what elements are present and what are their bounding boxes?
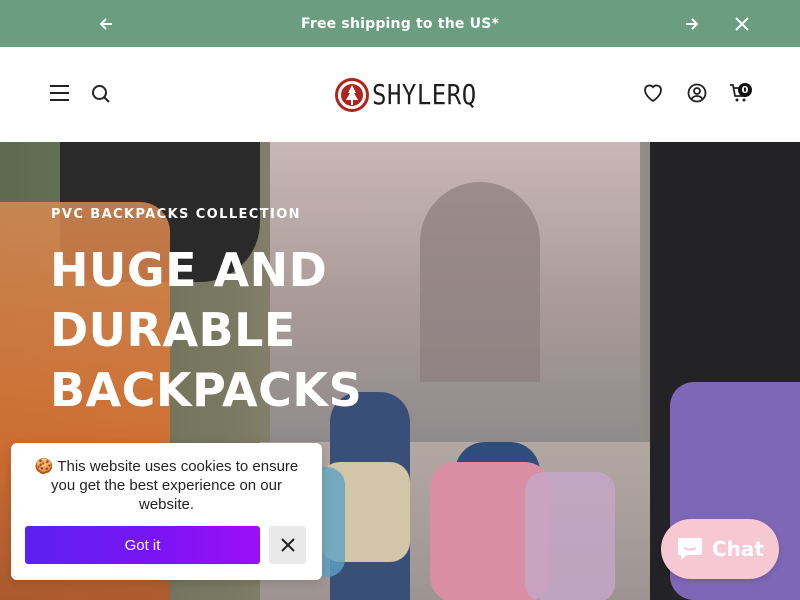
menu-icon[interactable]: [50, 85, 69, 101]
cookie-banner: 🍪 This website uses cookies to ensure yo…: [11, 443, 322, 580]
announcement-bar: Free shipping to the US*: [0, 0, 800, 47]
cookie-message: 🍪 This website uses cookies to ensure yo…: [34, 458, 299, 513]
chat-bubble-icon: [678, 538, 702, 560]
cookie-accept-button[interactable]: Got it: [25, 526, 260, 564]
brand-emblem-icon: [335, 78, 369, 112]
account-icon[interactable]: [686, 82, 708, 108]
close-icon: [280, 538, 295, 552]
arrow-left-icon[interactable]: [100, 0, 113, 47]
cart-count-badge: 0: [738, 83, 752, 97]
search-icon[interactable]: [91, 84, 111, 108]
cookie-dismiss-button[interactable]: [269, 526, 306, 564]
brand-name: SHYLERQ: [372, 78, 477, 112]
chat-button[interactable]: Chat: [661, 519, 779, 579]
hero-eyebrow: PVC BACKPACKS COLLECTION: [51, 207, 301, 222]
brand-logo[interactable]: SHYLERQ: [335, 75, 477, 115]
chat-label: Chat: [712, 537, 764, 561]
hero-backpack-pink: [525, 472, 615, 600]
announcement-message: Free shipping to the US*: [300, 15, 500, 32]
site-header: SHYLERQ 0: [0, 47, 800, 142]
close-icon[interactable]: [734, 0, 750, 47]
arrow-right-icon[interactable]: [685, 0, 698, 47]
hero-headline: HUGE AND DURABLE BACKPACKS: [50, 243, 363, 417]
heart-icon[interactable]: [642, 82, 664, 108]
